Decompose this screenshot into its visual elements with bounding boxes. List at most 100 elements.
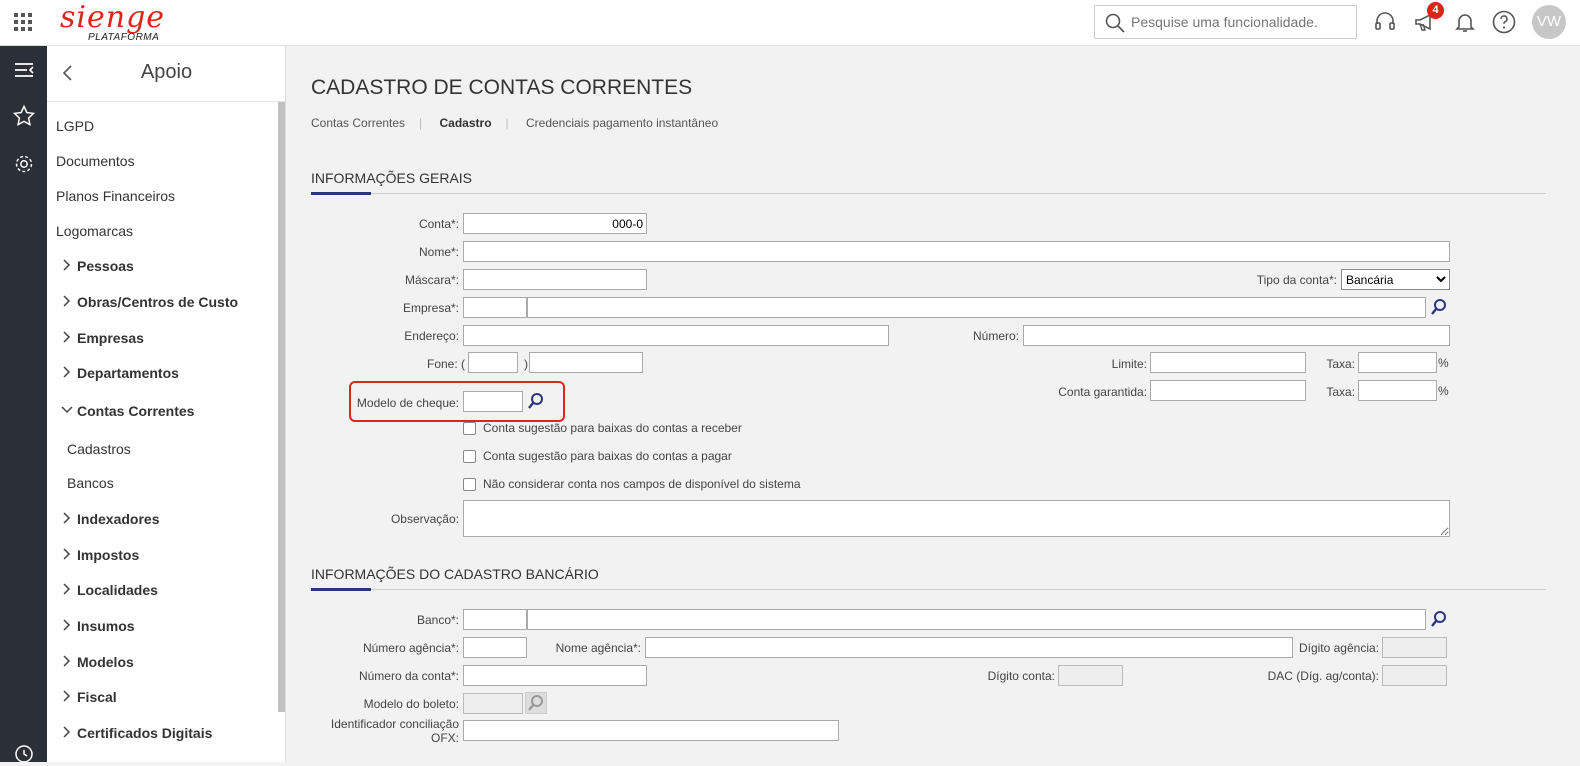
search-icon[interactable] xyxy=(1430,298,1448,316)
nome-agencia-field[interactable] xyxy=(645,637,1293,658)
sidebar-item-documentos[interactable]: Documentos xyxy=(56,153,135,169)
observacao-field[interactable] xyxy=(463,500,1450,537)
search-icon xyxy=(1105,13,1125,33)
sidebar-group-localidades[interactable]: Localidades xyxy=(61,582,158,598)
top-bar: sienge PLATAFORMA 4 VW xyxy=(0,0,1580,46)
chevron-right-icon xyxy=(63,548,71,560)
checkbox-receber[interactable] xyxy=(463,422,476,435)
sidebar-group-certificados[interactable]: Certificados Digitais xyxy=(61,725,212,741)
modelo-boleto-search-button[interactable] xyxy=(525,692,547,714)
endereco-field[interactable] xyxy=(463,325,889,346)
modelo-boleto-field[interactable] xyxy=(463,693,523,714)
empresa-label: Empresa*: xyxy=(402,301,459,315)
chevron-right-icon xyxy=(63,366,71,378)
search-bar[interactable] xyxy=(1094,5,1357,39)
digito-conta-label: Dígito conta: xyxy=(987,669,1055,683)
empresa-name-field[interactable] xyxy=(527,297,1426,318)
sidebar-group-empresas[interactable]: Empresas xyxy=(61,330,144,346)
modelo-cheque-field[interactable] xyxy=(463,391,523,412)
sidebar-item-cadastros[interactable]: Cadastros xyxy=(67,441,131,457)
sidebar-item-lgpd[interactable]: LGPD xyxy=(56,118,94,134)
tipo-conta-select[interactable]: Bancária xyxy=(1341,269,1450,290)
section-divider xyxy=(311,193,1546,194)
search-input[interactable] xyxy=(1131,12,1351,32)
taxa-garantida-field[interactable] xyxy=(1358,380,1437,401)
bell-icon[interactable] xyxy=(1453,10,1477,34)
ofx-field[interactable] xyxy=(463,720,839,741)
ofx-label-line2: OFX: xyxy=(430,731,459,745)
num-conta-label: Número da conta*: xyxy=(358,669,459,683)
help-icon[interactable] xyxy=(1492,10,1516,34)
num-conta-field[interactable] xyxy=(463,665,647,686)
sidebar-group-label: Pessoas xyxy=(77,258,134,274)
star-icon[interactable] xyxy=(12,104,36,128)
sidebar-group-label: Localidades xyxy=(77,582,158,598)
sidebar-group-label: Empresas xyxy=(77,330,144,346)
sidebar-item-planos-financeiros[interactable]: Planos Financeiros xyxy=(56,188,175,204)
history-icon[interactable] xyxy=(12,742,36,766)
search-icon[interactable] xyxy=(527,392,545,410)
dac-field[interactable] xyxy=(1382,665,1447,686)
sidebar-group-insumos[interactable]: Insumos xyxy=(61,618,135,634)
mascara-field[interactable] xyxy=(463,269,647,290)
taxa-limite-field[interactable] xyxy=(1358,352,1437,373)
tab-bar: Contas Correntes | Cadastro | Credenciais … xyxy=(311,116,732,130)
num-agencia-field[interactable] xyxy=(463,637,527,658)
sidebar-group-departamentos[interactable]: Departamentos xyxy=(61,365,179,381)
banco-name-field[interactable] xyxy=(527,609,1426,630)
sidebar-group-label: Fiscal xyxy=(77,689,117,705)
sidebar-group-pessoas[interactable]: Pessoas xyxy=(61,258,134,274)
sidebar-group-impostos[interactable]: Impostos xyxy=(61,547,139,563)
nome-field[interactable] xyxy=(463,241,1450,262)
search-icon[interactable] xyxy=(1430,610,1448,628)
empresa-code-field[interactable] xyxy=(463,297,527,318)
numero-label: Número: xyxy=(972,329,1019,343)
sidebar-group-fiscal[interactable]: Fiscal xyxy=(61,689,117,705)
search-icon xyxy=(528,695,543,711)
gear-icon[interactable] xyxy=(12,152,36,176)
banco-code-field[interactable] xyxy=(463,609,527,630)
avatar[interactable]: VW xyxy=(1532,5,1566,39)
digito-conta-field[interactable] xyxy=(1058,665,1123,686)
taxa-label: Taxa: xyxy=(1326,385,1355,399)
limite-field[interactable] xyxy=(1150,352,1306,373)
conta-garantida-field[interactable] xyxy=(1150,380,1306,401)
chevron-right-icon xyxy=(63,259,71,271)
checkbox-disponivel[interactable] xyxy=(463,478,476,491)
sidebar-group-label: Insumos xyxy=(77,618,135,634)
apps-grid-icon[interactable] xyxy=(14,13,32,31)
digito-agencia-label: Dígito agência: xyxy=(1298,641,1379,655)
fone-ddd-field[interactable] xyxy=(468,352,518,373)
sidebar-group-obras[interactable]: Obras/Centros de Custo xyxy=(61,294,238,310)
sidebar-item-bancos[interactable]: Bancos xyxy=(67,475,114,491)
tab-contas-correntes[interactable]: Contas Correntes xyxy=(311,116,405,130)
numero-field[interactable] xyxy=(1023,325,1450,346)
fone-number-field[interactable] xyxy=(529,352,643,373)
tab-cadastro[interactable]: Cadastro xyxy=(440,116,492,130)
menu-collapse-icon[interactable] xyxy=(12,58,36,82)
chevron-right-icon xyxy=(63,331,71,343)
tab-credenciais[interactable]: Credenciais pagamento instantâneo xyxy=(526,116,718,130)
sidebar-group-contas-correntes[interactable]: Contas Correntes xyxy=(61,403,194,419)
section-accent xyxy=(311,192,371,195)
num-agencia-label: Número agência*: xyxy=(362,641,459,655)
digito-agencia-field[interactable] xyxy=(1382,637,1447,658)
main-content: CADASTRO DE CONTAS CORRENTES Contas Corr… xyxy=(287,46,1580,762)
sidebar-scrollbar[interactable] xyxy=(278,102,285,712)
sidebar-group-indexadores[interactable]: Indexadores xyxy=(61,511,159,527)
percent-label: % xyxy=(1438,384,1449,398)
sidebar-group-label: Obras/Centros de Custo xyxy=(77,294,239,310)
headset-icon[interactable] xyxy=(1373,10,1397,34)
conta-label: Conta*: xyxy=(418,217,459,231)
conta-field[interactable] xyxy=(463,213,647,234)
checkbox-disponivel-label: Não considerar conta nos campos de dispo… xyxy=(483,477,801,491)
dac-label: DAC (Díg. ag/conta): xyxy=(1267,669,1379,683)
sienge-logo[interactable]: sienge PLATAFORMA xyxy=(60,0,170,44)
modelo-cheque-label: Modelo de cheque: xyxy=(356,396,459,410)
sidebar-item-logomarcas[interactable]: Logomarcas xyxy=(56,223,133,239)
checkbox-pagar[interactable] xyxy=(463,450,476,463)
sidebar-group-label: Indexadores xyxy=(77,511,160,527)
chevron-right-icon xyxy=(63,726,71,738)
sidebar-group-modelos[interactable]: Modelos xyxy=(61,654,134,670)
sidebar-group-label: Modelos xyxy=(77,654,134,670)
